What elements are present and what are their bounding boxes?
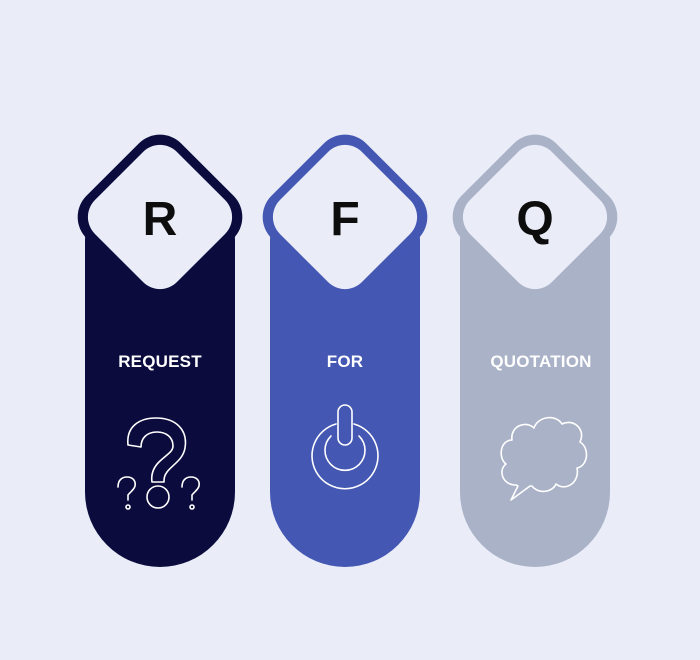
- word-request: REQUEST: [118, 352, 202, 371]
- letter-q: Q: [516, 193, 554, 246]
- diagram-graphics: [77, 134, 618, 567]
- letter-r: R: [142, 193, 178, 246]
- word-for: FOR: [326, 352, 364, 371]
- letter-f: F: [330, 193, 360, 246]
- rfq-diagram: R F Q REQUEST FOR QUOTATION: [0, 0, 700, 660]
- word-quotation: QUOTATION: [490, 352, 592, 371]
